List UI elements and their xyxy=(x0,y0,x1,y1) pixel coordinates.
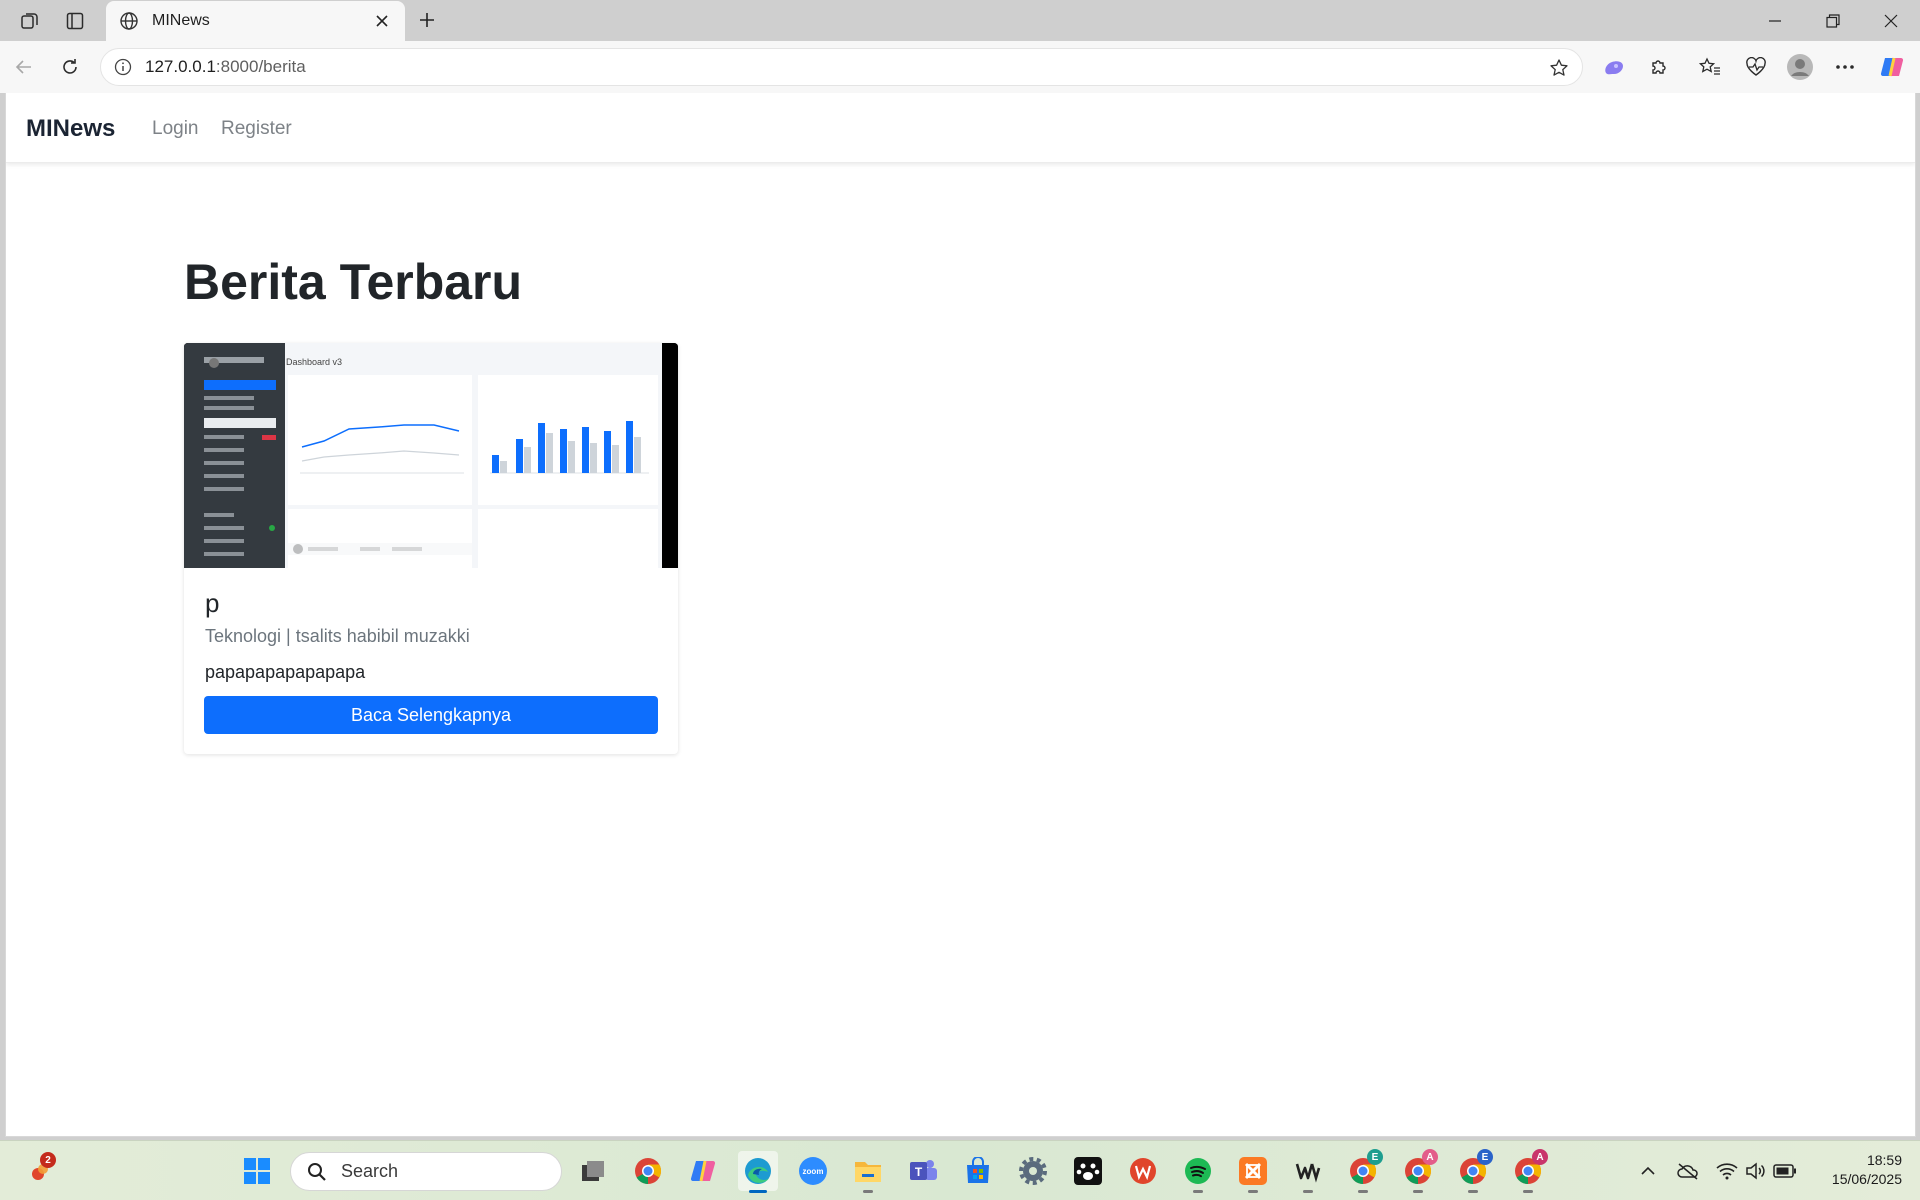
restore-icon[interactable] xyxy=(1804,0,1862,41)
search-placeholder: Search xyxy=(341,1161,399,1181)
chrome-icon[interactable] xyxy=(628,1151,668,1191)
wattpad-icon[interactable] xyxy=(1288,1151,1328,1193)
file-explorer-icon[interactable] xyxy=(848,1151,888,1193)
task-view-icon[interactable] xyxy=(573,1151,613,1191)
read-more-button[interactable]: Baca Selengkapnya xyxy=(204,696,658,734)
site-info-icon[interactable] xyxy=(111,55,135,79)
address-bar[interactable]: 127.0.0.1:8000/berita xyxy=(100,48,1583,86)
close-tab-icon[interactable] xyxy=(367,6,397,36)
running-indicator xyxy=(1248,1190,1258,1193)
copilot-app-icon[interactable] xyxy=(683,1151,723,1191)
running-indicator xyxy=(1523,1190,1533,1193)
site-navbar: MINews Login Register xyxy=(6,93,1915,163)
browser-tab[interactable]: MINews xyxy=(106,1,405,41)
browser-essentials-icon[interactable] xyxy=(1740,51,1772,83)
volume-icon[interactable] xyxy=(1742,1157,1770,1185)
zoom-icon[interactable]: zoom xyxy=(793,1151,833,1191)
profile-badge-e: E xyxy=(1477,1149,1493,1165)
page-viewport: MINews Login Register Berita Terbaru Das… xyxy=(5,93,1916,1137)
search-icon xyxy=(305,1160,329,1184)
page-title: Berita Terbaru xyxy=(184,254,523,310)
battery-icon[interactable] xyxy=(1771,1157,1799,1185)
profile-badge-a: A xyxy=(1532,1149,1548,1165)
more-options-icon[interactable] xyxy=(1829,51,1861,83)
chrome-profile-e-icon[interactable]: E xyxy=(1343,1149,1383,1193)
windows-taskbar: 2 Search zoom T E A E A 18:59 15/06/2025 xyxy=(0,1140,1920,1200)
windows-start-icon[interactable] xyxy=(237,1151,277,1191)
news-title: p xyxy=(205,588,220,618)
spotify-icon[interactable] xyxy=(1178,1151,1218,1193)
news-excerpt: papapapapapapapa xyxy=(205,662,366,682)
news-thumbnail[interactable]: Dashboard v3 xyxy=(184,343,678,568)
chrome-profile-e2-icon[interactable]: E xyxy=(1453,1149,1493,1193)
globe-icon xyxy=(114,6,144,36)
copilot-icon[interactable] xyxy=(1876,51,1908,83)
wps-office-icon[interactable] xyxy=(1123,1151,1163,1191)
active-app-indicator xyxy=(749,1190,767,1193)
favorite-star-icon[interactable] xyxy=(1546,55,1572,81)
settings-gear-icon[interactable] xyxy=(1013,1151,1053,1191)
xampp-icon[interactable] xyxy=(1233,1151,1273,1193)
running-indicator xyxy=(1468,1190,1478,1193)
running-indicator xyxy=(1413,1190,1423,1193)
workspaces-icon[interactable] xyxy=(15,6,45,36)
running-indicator xyxy=(1193,1190,1203,1193)
news-card: Dashboard v3 p Teknologi | tsalits habib… xyxy=(184,343,678,754)
wifi-icon[interactable] xyxy=(1713,1157,1741,1185)
running-indicator xyxy=(863,1190,873,1193)
svg-text:T: T xyxy=(915,1165,923,1179)
extensions-puzzle-icon[interactable] xyxy=(1643,51,1675,83)
extension-blob-icon[interactable] xyxy=(1598,51,1630,83)
show-hidden-icons-chevron-icon[interactable] xyxy=(1634,1157,1662,1185)
close-window-icon[interactable] xyxy=(1862,0,1920,41)
onedrive-offline-icon[interactable] xyxy=(1674,1157,1702,1185)
profile-badge-e: E xyxy=(1367,1149,1383,1165)
teams-icon[interactable]: T xyxy=(903,1151,943,1191)
clock-time: 18:59 xyxy=(1866,1152,1902,1168)
paw-app-icon[interactable] xyxy=(1068,1151,1108,1191)
site-brand[interactable]: MINews xyxy=(26,115,115,143)
news-meta: Teknologi | tsalits habibil muzakki xyxy=(205,626,470,646)
url-text: 127.0.0.1:8000/berita xyxy=(145,57,306,76)
back-icon[interactable] xyxy=(8,51,40,83)
chrome-profile-a-icon[interactable]: A xyxy=(1398,1149,1438,1193)
browser-tab-strip: MINews xyxy=(0,0,1920,41)
svg-text:zoom: zoom xyxy=(803,1167,824,1176)
vertical-tabs-icon[interactable] xyxy=(60,6,90,36)
favorites-icon[interactable] xyxy=(1694,51,1726,83)
profile-badge-a: A xyxy=(1422,1149,1438,1165)
nav-link-register[interactable]: Register xyxy=(221,118,292,140)
browser-toolbar: 127.0.0.1:8000/berita xyxy=(0,41,1920,93)
tab-title: MINews xyxy=(152,12,210,29)
clock-date: 15/06/2025 xyxy=(1831,1171,1902,1187)
edge-icon[interactable] xyxy=(738,1151,778,1193)
running-indicator xyxy=(1358,1190,1368,1193)
widgets-icon[interactable]: 2 xyxy=(20,1151,60,1191)
chrome-profile-a2-icon[interactable]: A xyxy=(1508,1149,1548,1193)
notification-badge: 2 xyxy=(40,1152,56,1168)
system-clock[interactable]: 18:59 15/06/2025 xyxy=(1832,1151,1902,1189)
minimize-icon[interactable] xyxy=(1746,0,1804,41)
profile-avatar-icon[interactable] xyxy=(1784,51,1816,83)
new-tab-icon[interactable] xyxy=(412,5,442,35)
taskbar-search[interactable]: Search xyxy=(290,1152,562,1191)
svg-text:Dashboard v3: Dashboard v3 xyxy=(286,357,342,367)
running-indicator xyxy=(1303,1190,1313,1193)
nav-link-login[interactable]: Login xyxy=(152,118,199,140)
microsoft-store-icon[interactable] xyxy=(958,1151,998,1191)
refresh-icon[interactable] xyxy=(54,51,86,83)
